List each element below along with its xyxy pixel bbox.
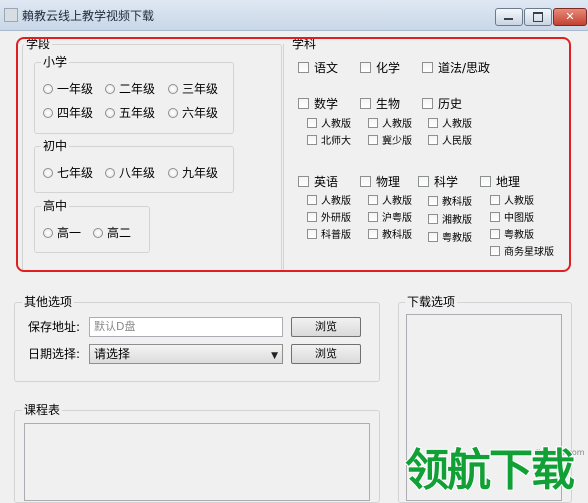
schedule-label: 课程表	[22, 403, 63, 417]
date-select[interactable]: 请选择 ▼	[89, 344, 283, 364]
chevron-down-icon: ▼	[271, 351, 278, 361]
close-button[interactable]: ✕	[553, 8, 587, 26]
highlight-frame	[16, 37, 571, 272]
maximize-button[interactable]	[524, 8, 552, 26]
browse-date-button[interactable]: 浏览	[291, 344, 361, 364]
download-label: 下载选项	[405, 295, 458, 309]
title-bar: 賴教云线上教学视频下载 ✕	[0, 0, 588, 31]
save-path-label: 保存地址:	[28, 320, 81, 334]
maximize-icon	[533, 12, 543, 22]
other-options-group	[14, 302, 380, 382]
app-icon	[4, 8, 18, 22]
schedule-list[interactable]	[24, 423, 370, 501]
window-title: 賴教云线上教学视频下载	[22, 9, 155, 23]
close-icon: ✕	[565, 10, 575, 23]
save-path-input[interactable]: 默认D盘	[89, 317, 283, 337]
minimize-button[interactable]	[495, 8, 523, 26]
date-label: 日期选择:	[28, 347, 81, 361]
browse-path-button[interactable]: 浏览	[291, 317, 361, 337]
minimize-icon	[504, 18, 513, 20]
other-options-label: 其他选项	[22, 295, 75, 309]
watermark-logo: 领航下载	[404, 445, 576, 496]
